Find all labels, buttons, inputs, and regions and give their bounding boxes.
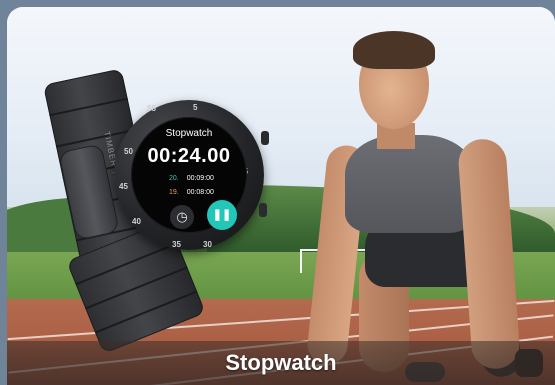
lap-number: 20. [169,175,179,182]
bezel-tick-label: 40 [132,217,141,226]
bezel-tick-label: 45 [119,182,128,191]
stopwatch-pause-button[interactable]: ❚❚ [207,200,237,230]
lap-time: 00:09:00 [186,175,214,182]
stopwatch-icon: ◷ [176,209,188,224]
pause-icon: ❚❚ [212,209,232,221]
lap-number: 19. [169,189,179,196]
stopwatch-reset-button[interactable]: ◷ [170,205,194,229]
bezel-tick-label: 35 [172,240,181,249]
caption-label: Stopwatch [225,350,337,375]
bezel-tick-label: 5 [193,103,198,112]
watch-side-button[interactable] [259,203,267,217]
bezel-tick-label: 30 [203,240,212,249]
lap-time: 00:08:00 [186,189,214,196]
bezel-tick-label: 55 [147,104,156,113]
watch-crown-button[interactable] [261,131,269,145]
lap-row: 19. 00:08:00 [169,189,214,196]
screen-title: Stopwatch [165,128,213,139]
lap-row: 20. 00:09:00 [169,175,214,182]
elapsed-time: 00:24.00 [147,145,231,167]
product-image-card: TIMBER TECH 55 5 15 30 35 40 45 50 Stopw… [7,7,555,385]
smartwatch: TIMBER TECH 55 5 15 30 35 40 45 50 Stopw… [7,7,555,385]
